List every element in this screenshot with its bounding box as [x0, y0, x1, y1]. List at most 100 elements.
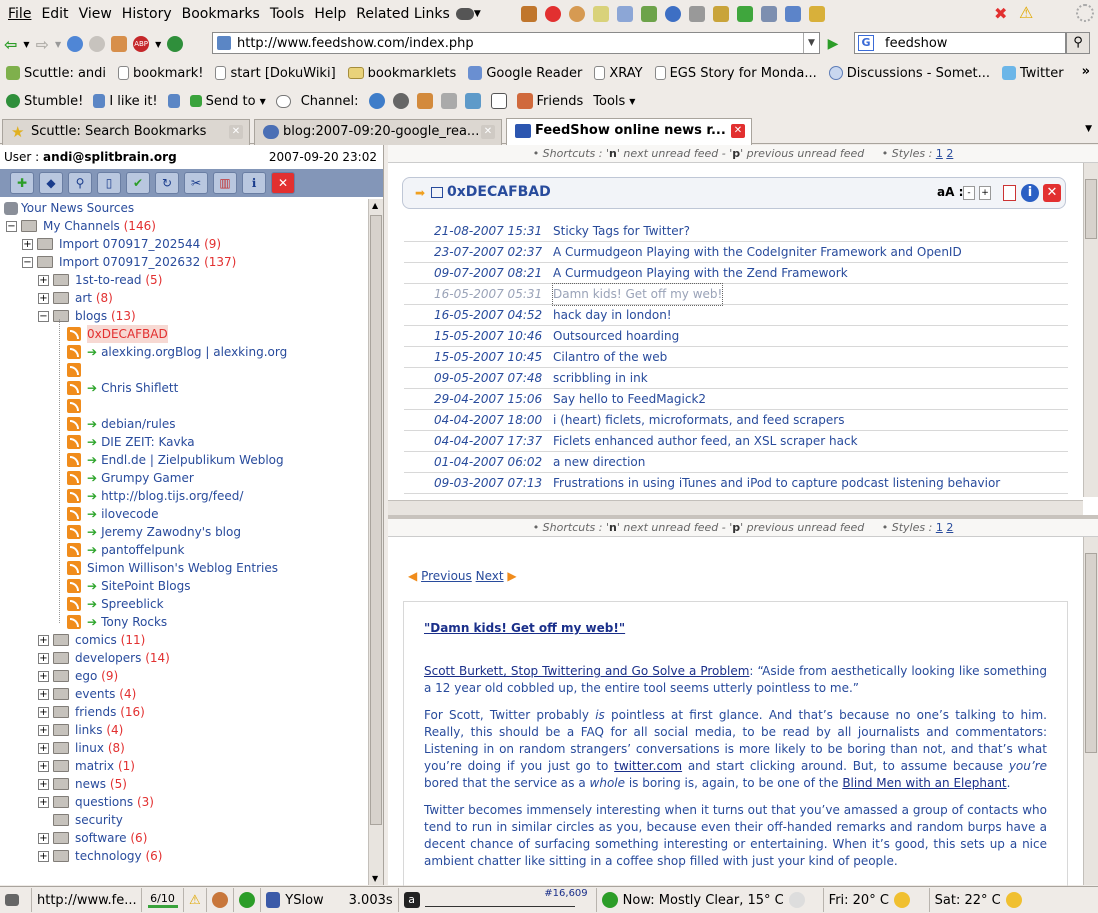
panel-icon[interactable]: ▯	[97, 172, 121, 194]
shield-icon[interactable]: ◆	[39, 172, 63, 194]
back-dropdown-icon[interactable]: ▼	[23, 40, 29, 49]
tools-icon[interactable]	[760, 6, 777, 22]
tree-import-1[interactable]: Import 070917_202544 (9)	[59, 235, 221, 253]
tree-1st-to-read[interactable]: 1st-to-read (5)	[75, 271, 162, 289]
like-button[interactable]: I like it!	[93, 94, 158, 109]
error-icon[interactable]: ✖	[994, 4, 1007, 23]
tree-feed-item[interactable]: 0xDECAFBAD	[87, 325, 168, 343]
refresh-icon[interactable]: ↻	[155, 172, 179, 194]
adblock-dropdown-icon[interactable]: ▼	[155, 40, 161, 49]
url-bar[interactable]: http://www.feedshow.com/index.php ▼	[212, 32, 820, 54]
tree-folder-developers[interactable]: developers (14)	[75, 649, 170, 667]
item-title[interactable]: hack day in london!	[553, 305, 672, 326]
dropdown-icon[interactable]: ▼	[474, 9, 481, 19]
tree-feed-item[interactable]: ➔ SitePoint Blogs	[87, 577, 191, 595]
tree-feed-item[interactable]: ➔ Chris Shiflett	[87, 379, 178, 397]
tree-folder-news[interactable]: news (5)	[75, 775, 127, 793]
bookmark-egs[interactable]: EGS Story for Monda...	[654, 66, 817, 81]
menu-related-links[interactable]: Related Links	[356, 6, 450, 22]
menu-tools[interactable]: Tools	[270, 6, 305, 22]
globe-icon[interactable]	[368, 93, 385, 109]
close-tab-icon[interactable]: ✕	[481, 125, 495, 139]
tree-feed-item[interactable]: Simon Willison's Weblog Entries	[87, 559, 278, 577]
tree-scrollbar[interactable]: ▲ ▼	[368, 199, 383, 885]
item-title[interactable]: Frustrations in using iTunes and iPod to…	[553, 473, 1000, 494]
more-bookmarks-icon[interactable]: »	[1082, 64, 1090, 79]
tree-feed-item[interactable]: ➔ Tony Rocks	[87, 613, 167, 631]
item-title[interactable]: a new direction	[553, 452, 645, 473]
tree-folder-questions[interactable]: questions (3)	[75, 793, 154, 811]
people-icon[interactable]	[416, 93, 433, 109]
collapse-icon[interactable]: −	[22, 257, 33, 268]
article-scrollbar[interactable]	[1083, 537, 1098, 885]
scrollbar-thumb[interactable]	[1085, 179, 1097, 239]
home-channel-button[interactable]	[490, 93, 507, 109]
monkey-icon[interactable]	[207, 888, 234, 912]
article-link[interactable]: Blind Men with an Elephant	[842, 776, 1006, 790]
weather-sat[interactable]: Sat: 22° C	[930, 888, 1040, 912]
tree-blogs[interactable]: blogs (13)	[75, 307, 136, 325]
bookmark-bookmark[interactable]: bookmark!	[118, 66, 203, 81]
pdf-icon[interactable]	[1003, 185, 1016, 201]
tree-folder-matrix[interactable]: matrix (1)	[75, 757, 135, 775]
tree-feed-item[interactable]: ➔ Spreeblick	[87, 595, 164, 613]
feed-item-row[interactable]: 09-03-2007 07:13 Frustrations in using iT…	[404, 473, 1068, 494]
warning-status-icon[interactable]: ⚠	[184, 888, 207, 912]
user-icon[interactable]	[568, 6, 585, 22]
tree-folder-security[interactable]: security	[75, 811, 123, 829]
item-title[interactable]: A Curmudgeon Playing with the CodeIgnite…	[553, 242, 962, 263]
image-icon[interactable]	[640, 6, 657, 22]
google-icon[interactable]: G	[858, 35, 874, 51]
expand-icon[interactable]: +	[38, 761, 49, 772]
adblock-icon[interactable]: ABP	[133, 36, 150, 52]
bookmark-twitter[interactable]: Twitter	[1001, 66, 1064, 81]
feed-item-row[interactable]: 15-05-2007 10:46 Outsourced hoarding	[404, 326, 1068, 347]
item-title[interactable]: Ficlets enhanced author feed, an XSL scr…	[553, 431, 858, 452]
reload-icon[interactable]	[67, 36, 84, 52]
form-icon[interactable]	[592, 6, 609, 22]
search-icon[interactable]: ⚲	[1066, 32, 1090, 54]
channel-icons[interactable]	[368, 93, 481, 109]
tree-import-2[interactable]: Import 070917_202632 (137)	[59, 253, 236, 271]
close-tab-icon[interactable]: ✕	[229, 125, 243, 139]
tab-blog[interactable]: blog:2007-09:20-google_rea... ✕	[254, 119, 502, 145]
previous-link[interactable]: Previous	[421, 569, 472, 583]
expand-icon[interactable]: +	[38, 797, 49, 808]
tree-folder-linux[interactable]: linux (8)	[75, 739, 125, 757]
film-icon[interactable]	[392, 93, 409, 109]
feed-item-row[interactable]: 04-04-2007 18:00 i (heart) ficlets, micro…	[404, 410, 1068, 431]
expand-icon[interactable]: +	[38, 689, 49, 700]
feed-item-row[interactable]: 09-07-2007 08:21 A Curmudgeon Playing wit…	[404, 263, 1068, 284]
expand-icon[interactable]: +	[22, 239, 33, 250]
tree-my-channels[interactable]: My Channels (146)	[43, 217, 156, 235]
bookmark-dokuwiki[interactable]: start [DokuWiki]	[215, 66, 336, 81]
feed-item-row[interactable]: 04-04-2007 17:37 Ficlets enhanced author …	[404, 431, 1068, 452]
tree-folder-friends[interactable]: friends (16)	[75, 703, 145, 721]
stumble-button[interactable]: Stumble!	[6, 94, 83, 109]
menu-view[interactable]: View	[79, 6, 112, 22]
search-feed-icon[interactable]: ⚲	[68, 172, 92, 194]
css-icon[interactable]	[616, 6, 633, 22]
expand-icon[interactable]: +	[38, 635, 49, 646]
item-title[interactable]: Outsourced hoarding	[553, 326, 679, 347]
send-to-button[interactable]: Send to ▼	[189, 94, 266, 109]
tag-icon[interactable]	[440, 93, 457, 109]
feed-item-row[interactable]: 21-08-2007 15:31 Sticky Tags for Twitter?	[404, 221, 1068, 242]
items-horizontal-scrollbar[interactable]	[388, 500, 1083, 515]
friends-button[interactable]: Friends	[516, 93, 583, 109]
item-title[interactable]: scribbling in ink	[553, 368, 648, 389]
item-title[interactable]: A Curmudgeon Playing with the Zend Frame…	[553, 263, 848, 284]
tab-scuttle[interactable]: ★ Scuttle: Search Bookmarks ✕	[2, 119, 250, 145]
forward-icon[interactable]: ⇨	[36, 35, 49, 54]
resize-icon[interactable]	[736, 6, 753, 22]
next-link[interactable]: Next	[476, 569, 504, 583]
status-link[interactable]	[0, 888, 32, 912]
close-feed-icon[interactable]: ✕	[1043, 184, 1061, 202]
bookmark-google-reader[interactable]: Google Reader	[468, 66, 582, 81]
style-1-link[interactable]: 1	[936, 147, 943, 160]
tree-folder-software[interactable]: software (6)	[75, 829, 147, 847]
collapse-icon[interactable]: −	[38, 311, 49, 322]
collapse-icon[interactable]: −	[6, 221, 17, 232]
tree-folder-ego[interactable]: ego (9)	[75, 667, 118, 685]
weather-fri[interactable]: Fri: 20° C	[824, 888, 930, 912]
